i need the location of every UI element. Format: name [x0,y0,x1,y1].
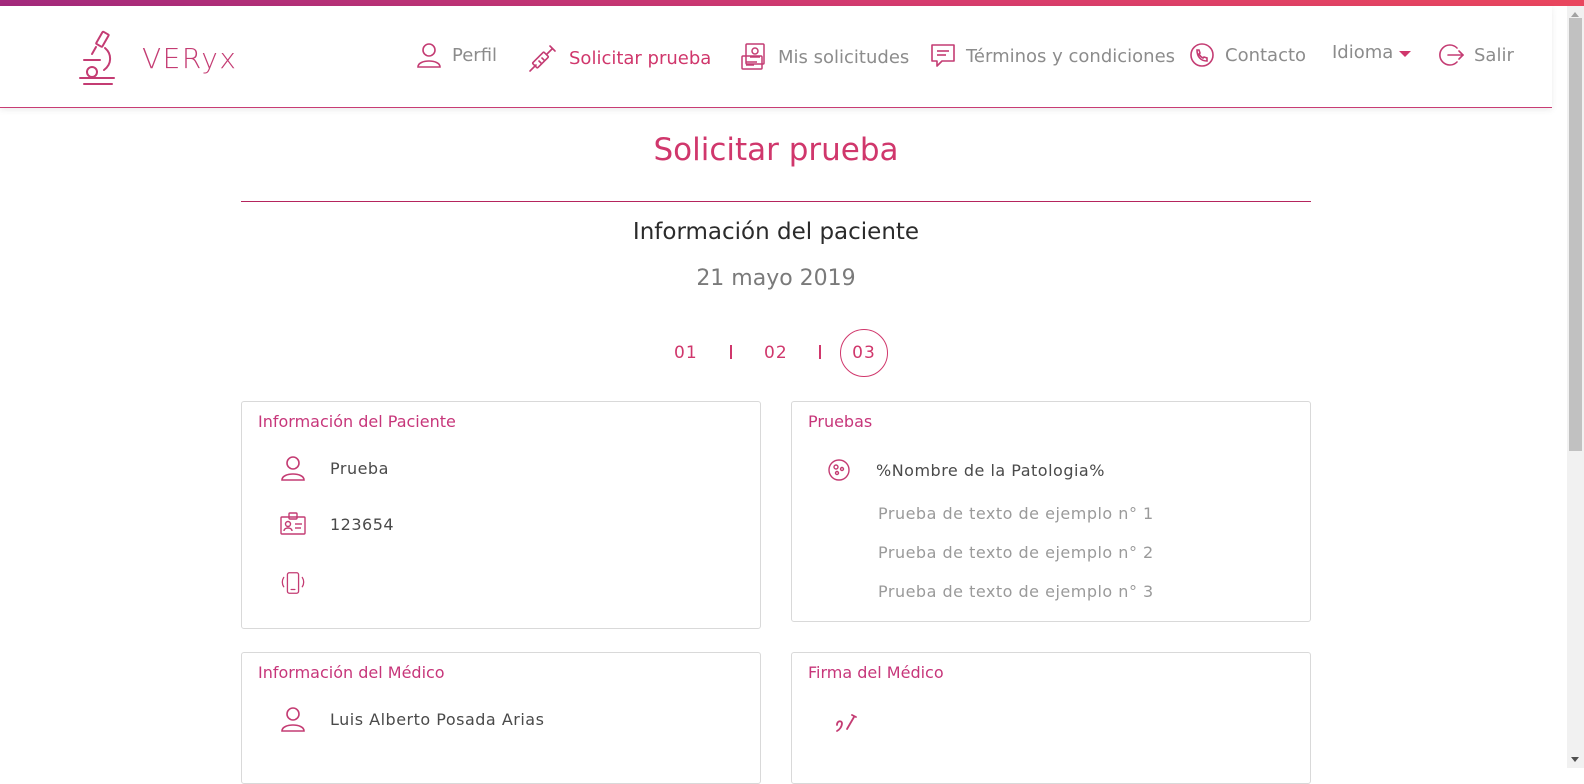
nav-contacto[interactable]: Contacto [1189,42,1306,68]
navbar: VERyx Perfil Solicitar prueba Mis solici… [0,6,1552,108]
app-name: VERyx [142,41,238,75]
pen-icon [836,714,857,732]
step-separator [730,345,732,359]
logout-icon [1439,44,1464,66]
step-01[interactable]: 01 [674,329,698,377]
user-icon [280,455,306,481]
nav-perfil-label: Perfil [452,44,498,66]
patient-name-row: Prueba [280,455,389,481]
syringe-icon [529,45,556,72]
section-title: Información del paciente [632,219,920,245]
nav-mis-solicitudes[interactable]: Mis solicitudes [740,42,909,72]
patient-phone-row [280,569,330,597]
scrollbar-thumb[interactable] [1569,18,1582,451]
scroll-down-icon[interactable] [1571,757,1579,762]
pathology-icon [826,458,852,482]
title-divider [241,201,1311,202]
nav-salir-label: Salir [1474,44,1514,66]
request-date: 21 mayo 2019 [696,266,856,291]
tests-title: Pruebas [808,412,873,431]
nav-salir[interactable]: Salir [1438,42,1514,68]
pathology-row: %Nombre de la Patologia% [826,458,1105,482]
nav-contacto-label: Contacto [1225,44,1307,66]
test-item: Prueba de texto de ejemplo n° 3 [878,582,1154,601]
nav-solicitar-label: Solicitar prueba [569,47,712,69]
tests-card: Pruebas %Nombre de la Patologia% Prueba … [791,401,1311,622]
nav-solicitar-prueba[interactable]: Solicitar prueba [527,42,711,74]
step-02[interactable]: 02 [764,329,788,377]
id-card-icon [280,512,306,536]
mobile-icon [280,569,306,597]
test-item: Prueba de texto de ejemplo n° 2 [878,543,1154,562]
scroll-up-icon[interactable] [1571,12,1579,17]
microscope-icon [79,30,115,85]
user-icon [417,43,441,68]
page-title: Solicitar prueba [653,132,899,168]
doctor-name: Luis Alberto Posada Arias [330,709,545,729]
doctor-name-row: Luis Alberto Posada Arias [280,706,544,732]
patient-id-row: 123654 [280,512,394,536]
nav-perfil[interactable]: Perfil [416,42,497,68]
test-item: Prueba de texto de ejemplo n° 1 [878,504,1154,523]
patient-id: 123654 [330,514,395,534]
signature-title: Firma del Médico [808,663,944,682]
step-03-current[interactable]: 03 [840,329,888,377]
page-scrollbar[interactable] [1567,6,1584,768]
chat-icon [931,44,955,67]
nav-idioma-label: Idioma [1332,42,1394,63]
step-indicator: 01 02 03 [0,329,1552,377]
phone-icon [1190,43,1214,67]
user-icon [280,706,306,732]
chevron-down-icon [1399,50,1412,57]
nav-mis-solicitudes-label: Mis solicitudes [778,46,910,68]
signature-row [834,711,858,735]
doctor-info-title: Información del Médico [258,663,445,682]
nav-terminos[interactable]: Términos y condiciones [930,42,1175,70]
step-separator [819,345,821,359]
doctor-signature-card: Firma del Médico [791,652,1311,784]
patient-name: Prueba [330,458,389,478]
doctor-info-card: Información del Médico Luis Alberto Posa… [241,652,761,784]
nav-idioma[interactable]: Idioma [1332,42,1412,63]
patient-info-title: Información del Paciente [258,412,456,431]
nav-terminos-label: Términos y condiciones [966,45,1176,67]
logo[interactable]: VERyx [78,30,237,86]
requests-icon [741,43,765,70]
patient-info-card: Información del Paciente Prueba 123654 [241,401,761,629]
pathology-name: %Nombre de la Patologia% [876,460,1105,480]
